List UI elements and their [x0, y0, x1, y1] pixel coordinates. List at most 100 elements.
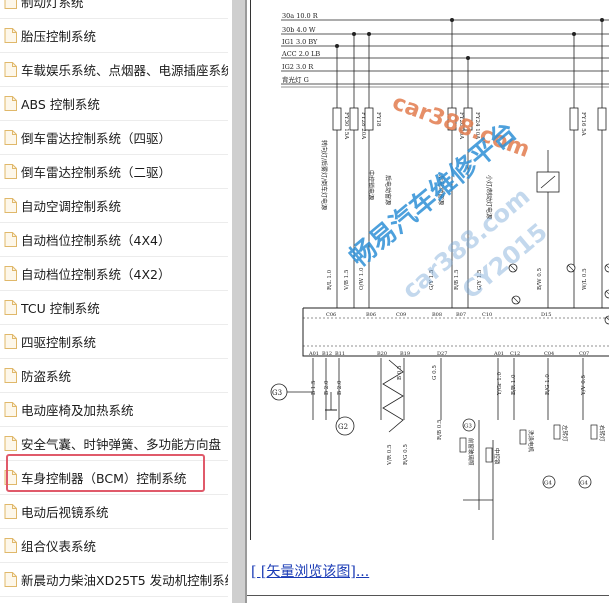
connector-bottom: D27 [437, 351, 447, 357]
toc-item[interactable]: 电动座椅及加热系统 [0, 393, 228, 427]
fuse-label: FY30 15A [343, 112, 349, 140]
toc-item[interactable]: 制动灯系统 [0, 0, 228, 19]
toc-item-label: 组合仪表系统 [21, 539, 97, 554]
toc-item-label: 电动后视镜系统 [21, 505, 109, 520]
connector-bottom: C12 [510, 351, 520, 357]
connector-top: C06 [326, 312, 336, 318]
toc-item-label: 新晨动力柴油XD25T5 发动机控制系统 [21, 573, 228, 588]
toc-item[interactable]: 组合仪表系统 [0, 529, 228, 563]
wire-label: B 1.5 [311, 380, 317, 395]
ground-label: G2 [338, 423, 348, 431]
component-label: 右转灯 [598, 425, 606, 442]
document-icon [4, 0, 17, 9]
wire-label: R/B 0.5 [437, 419, 443, 440]
content-pane: 30a 10.0 R 30b 4.0 W IG1 3.0 BY ACC 2.0 LB I… [247, 0, 609, 603]
wire-label: V/B 1.5 [344, 269, 350, 291]
document-icon [4, 572, 17, 587]
component-body [485, 447, 493, 463]
ground-label: G3 [272, 389, 282, 397]
connector-top: C09 [396, 312, 406, 318]
component-body [553, 424, 561, 440]
toc-item[interactable]: 新晨动力柴油XD25T5 发动机控制系统 [0, 563, 228, 597]
toc-item[interactable]: 自动档位控制系统（4X2） [0, 257, 228, 291]
connector-top: B08 [432, 312, 442, 318]
toc-item[interactable]: 胎压控制系统 [0, 19, 228, 53]
connector-top: B07 [456, 312, 466, 318]
connector-top: B06 [366, 312, 376, 318]
document-icon [4, 198, 17, 213]
rail-label: 30b 4.0 W [282, 26, 316, 34]
document-icon [4, 232, 17, 247]
document-icon [4, 96, 17, 111]
fuse [332, 107, 342, 131]
toc-item-label: 胎压控制系统 [21, 29, 97, 44]
wire-label: Y/Gr 1.0 [497, 371, 503, 396]
ground-label: G3 [464, 424, 472, 430]
connector-bottom: B11 [335, 351, 345, 357]
ground-label: G4 [544, 481, 552, 487]
toc-item[interactable]: 防盗系统 [0, 359, 228, 393]
wire-label: B 2.0 [337, 380, 343, 395]
document-icon [4, 28, 17, 43]
connector-bottom: A01 [493, 351, 504, 357]
toc-item[interactable]: 车载娱乐系统、点烟器、电源插座系统 [0, 53, 228, 87]
toc-item-label: TCU 控制系统 [21, 301, 100, 316]
content-bottom-rule [247, 595, 609, 596]
wire-label: B/R 1.0 [511, 374, 517, 395]
document-icon [4, 266, 17, 281]
wire-label: W/L 0.5 [582, 268, 588, 290]
wire-label: R/G 1.0 [545, 374, 551, 395]
toc-item[interactable]: 自动档位控制系统（4X4） [0, 223, 228, 257]
toc-item[interactable]: 自动空调控制系统 [0, 189, 228, 223]
fuse [569, 107, 579, 131]
toc-item[interactable]: 四驱控制系统 [0, 325, 228, 359]
wire-label: R/G 0.5 [403, 444, 409, 465]
toc-item-label: 四驱控制系统 [21, 335, 97, 350]
toc-item-label: 自动档位控制系统（4X2） [21, 267, 171, 282]
wire-label: G 0.5 [432, 365, 438, 380]
component-body [590, 424, 598, 440]
document-icon [4, 164, 17, 179]
fuse [349, 107, 359, 131]
fuse-label: FY16 5A [580, 112, 586, 137]
wire-label: B 2.0 [324, 380, 330, 395]
toc-item-label: 自动空调控制系统 [21, 199, 122, 214]
toc-item[interactable]: TCU 控制系统 [0, 291, 228, 325]
toc-sidebar: 制动灯系统胎压控制系统车载娱乐系统、点烟器、电源插座系统 ABS 控制系统倒车雷达… [0, 0, 232, 603]
circuit-label: 转向灯/后雾灯/倒车灯电源 [320, 140, 328, 210]
rail-label: 30a 10.0 R [282, 12, 319, 20]
toc-item[interactable]: 倒车雷达控制系统（二驱） [0, 155, 228, 189]
connector-top: C10 [482, 312, 492, 318]
connector-bottom: B20 [377, 351, 387, 357]
connector-bottom: C07 [579, 351, 589, 357]
document-icon [4, 300, 17, 315]
toc-item[interactable]: ABS 控制系统 [0, 87, 228, 121]
lamp [604, 315, 609, 325]
fuse [597, 107, 607, 131]
toc-item-label: 自动档位控制系统（4X4） [21, 233, 171, 248]
pane-splitter[interactable] [232, 0, 246, 603]
toc-item-label: 倒车雷达控制系统（四驱） [21, 131, 172, 146]
vector-view-link[interactable]: [ [矢量浏览该图]... [251, 561, 369, 581]
wire-label: B/W 0.5 [537, 267, 543, 290]
bcm-wiring-diagram[interactable]: 30a 10.0 R 30b 4.0 W IG1 3.0 BY ACC 2.0 LB I… [250, 0, 609, 540]
selected-item-highlight [6, 454, 205, 492]
document-icon [4, 62, 17, 77]
circuit-label: 后电动窗源 [384, 175, 392, 205]
rail-label: IG2 3.0 R [282, 63, 314, 71]
toc-item[interactable]: 倒车雷达控制系统（四驱） [0, 121, 228, 155]
component-body [459, 437, 467, 453]
document-icon [4, 436, 17, 451]
toc-item-label: 制动灯系统 [21, 0, 84, 10]
document-icon [4, 334, 17, 349]
toc-item-label: 防盗系统 [21, 369, 72, 384]
document-icon [4, 368, 17, 383]
document-icon [4, 130, 17, 145]
document-icon [4, 402, 17, 417]
toc-item-label: 倒车雷达控制系统（二驱） [21, 165, 172, 180]
toc-item[interactable]: 电动后视镜系统 [0, 495, 228, 529]
connector-bottom: B12 [322, 351, 332, 357]
wire-label: R/L 1.0 [327, 269, 333, 290]
fuse [364, 107, 374, 131]
connector-bottom: C04 [544, 351, 554, 357]
